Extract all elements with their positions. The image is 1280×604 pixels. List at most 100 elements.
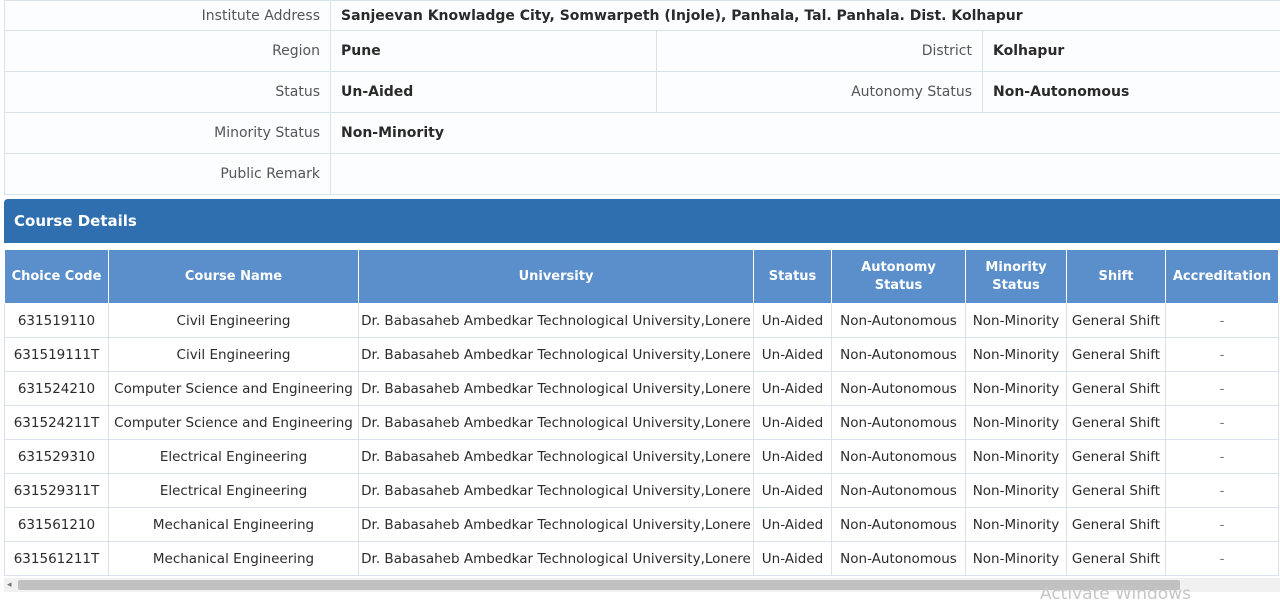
status-cell: Un-Aided (754, 372, 832, 406)
scrollbar-thumb[interactable] (18, 580, 1180, 590)
minority-row: Minority Status Non-Minority (5, 113, 1280, 154)
accreditation-cell: - (1166, 542, 1279, 576)
course-name-cell: Civil Engineering (109, 338, 359, 372)
shift-cell: General Shift (1067, 338, 1166, 372)
district-value: Kolhapur (983, 31, 1280, 72)
table-row: 631524210Computer Science and Engineerin… (5, 372, 1279, 406)
status-cell: Un-Aided (754, 440, 832, 474)
choice-code-cell: 631529311T (5, 474, 109, 508)
course-table-body: 631519110Civil EngineeringDr. Babasaheb … (5, 304, 1279, 576)
minority-value: Non-Minority (331, 113, 1280, 154)
shift-cell: General Shift (1067, 508, 1166, 542)
autonomy-value: Non-Autonomous (983, 72, 1280, 113)
university-cell: Dr. Babasaheb Ambedkar Technological Uni… (359, 372, 754, 406)
autonomy-cell: Non-Autonomous (832, 406, 966, 440)
autonomy-cell: Non-Autonomous (832, 542, 966, 576)
table-row: 631519111TCivil EngineeringDr. Babasaheb… (5, 338, 1279, 372)
course-name-cell: Electrical Engineering (109, 440, 359, 474)
university-cell: Dr. Babasaheb Ambedkar Technological Uni… (359, 508, 754, 542)
status-label: Status (5, 72, 331, 113)
minority-cell: Non-Minority (966, 406, 1067, 440)
table-row: 631519110Civil EngineeringDr. Babasaheb … (5, 304, 1279, 338)
status-cell: Un-Aided (754, 474, 832, 508)
accreditation-cell: - (1166, 474, 1279, 508)
minority-cell: Non-Minority (966, 542, 1067, 576)
col-university[interactable]: University (359, 250, 754, 304)
accreditation-cell: - (1166, 338, 1279, 372)
autonomy-cell: Non-Autonomous (832, 440, 966, 474)
col-choice-code[interactable]: Choice Code (5, 250, 109, 304)
address-value: Sanjeevan Knowladge City, Somwarpeth (In… (331, 1, 1280, 31)
autonomy-cell: Non-Autonomous (832, 338, 966, 372)
table-row: 631529311TElectrical EngineeringDr. Baba… (5, 474, 1279, 508)
status-row: Status Un-Aided Autonomy Status Non-Auto… (5, 72, 1280, 113)
region-value: Pune (331, 31, 657, 72)
autonomy-cell: Non-Autonomous (832, 508, 966, 542)
table-row: 631529310Electrical EngineeringDr. Babas… (5, 440, 1279, 474)
region-row: Region Pune District Kolhapur (5, 31, 1280, 72)
table-row: 631561211TMechanical EngineeringDr. Baba… (5, 542, 1279, 576)
accreditation-cell: - (1166, 406, 1279, 440)
shift-cell: General Shift (1067, 406, 1166, 440)
shift-cell: General Shift (1067, 304, 1166, 338)
minority-cell: Non-Minority (966, 304, 1067, 338)
choice-code-cell: 631561211T (5, 542, 109, 576)
minority-label: Minority Status (5, 113, 331, 154)
choice-code-cell: 631529310 (5, 440, 109, 474)
status-cell: Un-Aided (754, 542, 832, 576)
col-status[interactable]: Status (754, 250, 832, 304)
autonomy-cell: Non-Autonomous (832, 474, 966, 508)
scroll-left-arrow-icon[interactable]: ◂ (7, 580, 12, 590)
minority-cell: Non-Minority (966, 440, 1067, 474)
autonomy-cell: Non-Autonomous (832, 304, 966, 338)
institute-info-table: Institute Address Sanjeevan Knowladge Ci… (4, 0, 1280, 195)
region-label: Region (5, 31, 331, 72)
course-name-cell: Electrical Engineering (109, 474, 359, 508)
choice-code-cell: 631524210 (5, 372, 109, 406)
shift-cell: General Shift (1067, 474, 1166, 508)
shift-cell: General Shift (1067, 440, 1166, 474)
choice-code-cell: 631519111T (5, 338, 109, 372)
choice-code-cell: 631519110 (5, 304, 109, 338)
course-details-header: Course Details (4, 199, 1280, 243)
university-cell: Dr. Babasaheb Ambedkar Technological Uni… (359, 338, 754, 372)
course-name-cell: Mechanical Engineering (109, 542, 359, 576)
university-cell: Dr. Babasaheb Ambedkar Technological Uni… (359, 474, 754, 508)
col-autonomy-status[interactable]: Autonomy Status (832, 250, 966, 304)
choice-code-cell: 631524211T (5, 406, 109, 440)
course-name-cell: Mechanical Engineering (109, 508, 359, 542)
status-value: Un-Aided (331, 72, 657, 113)
table-row: 631561210Mechanical EngineeringDr. Babas… (5, 508, 1279, 542)
col-course-name[interactable]: Course Name (109, 250, 359, 304)
district-label: District (657, 31, 983, 72)
accreditation-cell: - (1166, 508, 1279, 542)
status-cell: Un-Aided (754, 338, 832, 372)
accreditation-cell: - (1166, 440, 1279, 474)
table-row: 631524211TComputer Science and Engineeri… (5, 406, 1279, 440)
address-row: Institute Address Sanjeevan Knowladge Ci… (5, 1, 1280, 31)
remark-value (331, 154, 1280, 195)
university-cell: Dr. Babasaheb Ambedkar Technological Uni… (359, 406, 754, 440)
course-table-header: Choice Code Course Name University Statu… (5, 250, 1279, 304)
col-accreditation[interactable]: Accreditation (1166, 250, 1279, 304)
col-minority-status[interactable]: Minority Status (966, 250, 1067, 304)
course-details-title: Course Details (4, 212, 137, 230)
minority-cell: Non-Minority (966, 474, 1067, 508)
course-name-cell: Civil Engineering (109, 304, 359, 338)
autonomy-cell: Non-Autonomous (832, 372, 966, 406)
choice-code-cell: 631561210 (5, 508, 109, 542)
autonomy-label: Autonomy Status (657, 72, 983, 113)
status-cell: Un-Aided (754, 406, 832, 440)
address-label: Institute Address (5, 1, 331, 31)
col-shift[interactable]: Shift (1067, 250, 1166, 304)
minority-cell: Non-Minority (966, 372, 1067, 406)
accreditation-cell: - (1166, 304, 1279, 338)
status-cell: Un-Aided (754, 304, 832, 338)
minority-cell: Non-Minority (966, 338, 1067, 372)
course-name-cell: Computer Science and Engineering (109, 406, 359, 440)
shift-cell: General Shift (1067, 542, 1166, 576)
remark-row: Public Remark (5, 154, 1280, 195)
course-name-cell: Computer Science and Engineering (109, 372, 359, 406)
accreditation-cell: - (1166, 372, 1279, 406)
course-table: Choice Code Course Name University Statu… (4, 249, 1279, 576)
